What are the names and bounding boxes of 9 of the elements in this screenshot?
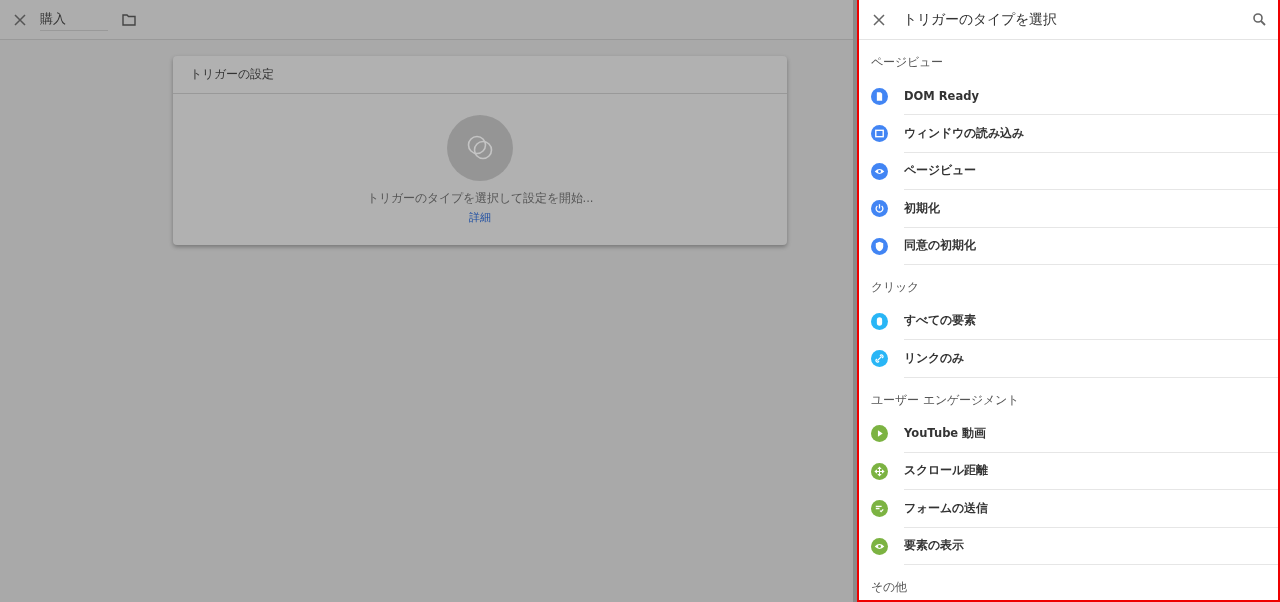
panel-title: トリガーのタイプを選択 — [903, 10, 1058, 29]
card-prompt: トリガーのタイプを選択して設定を開始... — [366, 191, 594, 206]
name-field[interactable]: 購入 — [40, 8, 108, 31]
section-heading: その他 — [870, 579, 908, 596]
section-heading: クリック — [870, 279, 920, 296]
section-heading: ユーザー エンゲージメント — [870, 391, 1020, 409]
section-heading: ページビュー — [870, 54, 944, 71]
card-title: トリガーの設定 — [173, 56, 787, 94]
details-link[interactable]: 詳細 — [469, 210, 491, 225]
